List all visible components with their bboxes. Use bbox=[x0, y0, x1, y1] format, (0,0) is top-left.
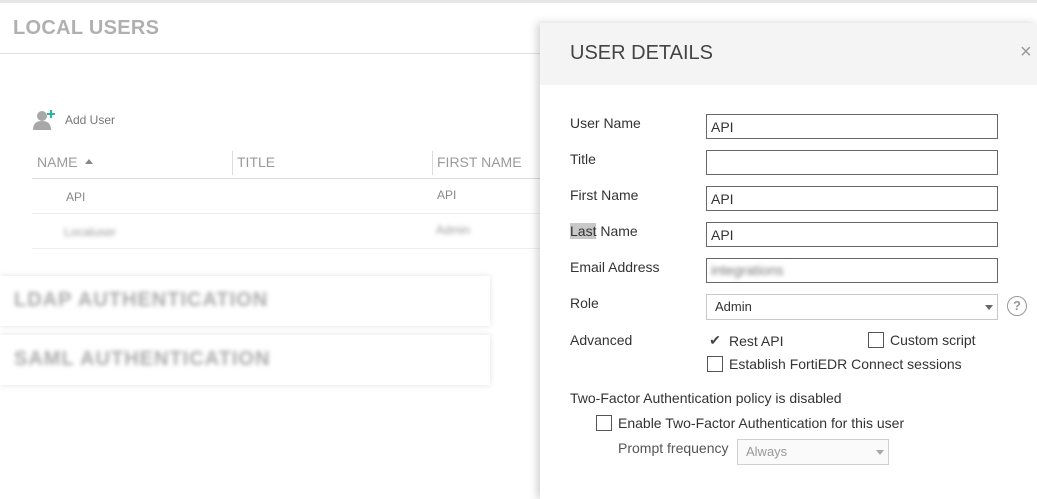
column-header-first-name[interactable]: FIRST NAME bbox=[437, 148, 522, 178]
column-header-name-label: NAME bbox=[37, 154, 78, 170]
saml-authentication-section[interactable]: SAML AUTHENTICATION bbox=[0, 335, 540, 385]
add-user-label: Add User bbox=[65, 113, 116, 127]
column-divider[interactable] bbox=[232, 151, 233, 175]
role-select[interactable]: Admin bbox=[706, 294, 998, 320]
cell-name: Localuser bbox=[64, 225, 117, 239]
role-value: Admin bbox=[715, 299, 752, 314]
column-header-title[interactable]: TITLE bbox=[237, 148, 275, 178]
title-field[interactable] bbox=[706, 150, 998, 175]
checkbox-box bbox=[868, 332, 884, 348]
last-name-label-rest: Name bbox=[596, 223, 638, 239]
rest-api-label: Rest API bbox=[729, 332, 784, 349]
email-label: Email Address bbox=[570, 259, 660, 275]
cell-name: API bbox=[66, 190, 86, 204]
column-divider[interactable] bbox=[432, 151, 433, 175]
custom-script-checkbox[interactable]: Custom script bbox=[868, 332, 976, 348]
two-factor-policy-text: Two-Factor Authentication policy is disa… bbox=[570, 390, 842, 406]
help-icon[interactable]: ? bbox=[1007, 296, 1027, 316]
checkbox-box bbox=[707, 356, 723, 372]
enable-two-factor-checkbox[interactable]: Enable Two-Factor Authentication for thi… bbox=[596, 415, 904, 431]
ldap-authentication-section[interactable]: LDAP AUTHENTICATION bbox=[0, 276, 540, 326]
cell-first-name: Admin bbox=[436, 223, 471, 237]
panel-title: USER DETAILS bbox=[570, 42, 713, 64]
ldap-section-title: LDAP AUTHENTICATION bbox=[14, 289, 269, 311]
chevron-down-icon bbox=[876, 450, 884, 455]
connect-sessions-label: Establish FortiEDR Connect sessions bbox=[729, 356, 962, 372]
prompt-frequency-value: Always bbox=[746, 444, 788, 459]
last-name-field[interactable] bbox=[706, 222, 998, 247]
local-users-header[interactable]: LOCAL USERS bbox=[0, 3, 540, 54]
table-row[interactable]: Localuser Admin bbox=[32, 215, 540, 249]
connect-sessions-checkbox[interactable]: Establish FortiEDR Connect sessions bbox=[707, 356, 962, 372]
email-field[interactable]: integrations bbox=[706, 258, 998, 283]
checkbox-box bbox=[596, 415, 612, 431]
prompt-frequency-select[interactable]: Always bbox=[737, 439, 889, 465]
rest-api-checkbox[interactable]: ✔ Rest API bbox=[707, 332, 783, 349]
column-header-name[interactable]: NAME bbox=[37, 148, 94, 178]
last-name-label: Last Name bbox=[570, 223, 638, 239]
first-name-field[interactable] bbox=[706, 186, 998, 211]
user-details-panel: USER DETAILS × User Name Title First Nam… bbox=[540, 23, 1037, 499]
role-label: Role bbox=[570, 295, 599, 311]
users-table-header: NAME TITLE FIRST NAME bbox=[32, 148, 540, 179]
first-name-label: First Name bbox=[570, 187, 639, 203]
panel-header: USER DETAILS × bbox=[540, 23, 1037, 85]
advanced-label: Advanced bbox=[570, 332, 633, 348]
table-row[interactable]: API API bbox=[32, 180, 540, 214]
user-name-field[interactable] bbox=[706, 114, 998, 139]
checkmark-icon: ✔ bbox=[709, 332, 721, 348]
add-user-button[interactable]: Add User bbox=[32, 108, 115, 132]
user-name-label: User Name bbox=[570, 115, 641, 131]
add-user-icon bbox=[32, 108, 58, 132]
saml-section-title: SAML AUTHENTICATION bbox=[14, 348, 271, 370]
enable-two-factor-label: Enable Two-Factor Authentication for thi… bbox=[618, 415, 905, 431]
chevron-down-icon bbox=[985, 305, 993, 310]
prompt-frequency-label: Prompt frequency bbox=[618, 440, 729, 456]
title-label: Title bbox=[570, 151, 596, 167]
last-name-label-selection: Last bbox=[570, 223, 597, 239]
email-value: integrations bbox=[711, 262, 784, 278]
cell-first-name: API bbox=[437, 188, 457, 202]
close-icon[interactable]: × bbox=[1020, 41, 1032, 63]
local-users-title: LOCAL USERS bbox=[13, 17, 160, 39]
sort-ascending-icon bbox=[85, 158, 94, 164]
custom-script-label: Custom script bbox=[890, 332, 976, 348]
